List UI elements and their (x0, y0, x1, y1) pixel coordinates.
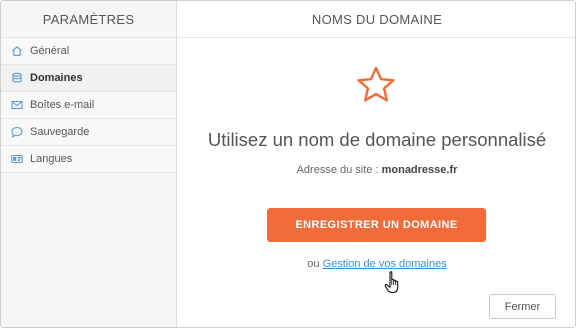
sidebar-item-languages[interactable]: Langues (1, 146, 176, 173)
sidebar-title: PARAMÈTRES (1, 1, 176, 38)
settings-dialog: PARAMÈTRES Général Domaines Boîtes e-mai… (0, 0, 576, 328)
home-icon (10, 44, 24, 58)
sidebar-item-label: Sauvegarde (30, 126, 90, 138)
sidebar-item-label: Domaines (30, 72, 83, 84)
main-panel: NOMS DU DOMAINE Utilisez un nom de domai… (177, 1, 575, 327)
sidebar-item-label: Général (30, 45, 70, 57)
chat-bubble-icon (10, 125, 24, 139)
site-address-value: monadresse.fr (381, 164, 458, 176)
sidebar-item-general[interactable]: Général (1, 38, 176, 65)
page-title: NOMS DU DOMAINE (177, 1, 575, 38)
sidebar-item-domains[interactable]: Domaines (1, 65, 176, 92)
envelope-icon (10, 98, 24, 112)
language-card-icon (10, 152, 24, 166)
sidebar-item-label: Boîtes e-mail (30, 99, 95, 111)
close-button[interactable]: Fermer (489, 294, 556, 319)
hand-pointer-icon (384, 271, 399, 294)
star-icon (357, 66, 395, 102)
sidebar-menu: Général Domaines Boîtes e-mail Sauvegard… (1, 38, 176, 173)
sidebar: PARAMÈTRES Général Domaines Boîtes e-mai… (1, 1, 177, 327)
register-domain-button[interactable]: ENREGISTRER UN DOMAINE (267, 208, 486, 242)
site-address: Adresse du site : monadresse.fr (177, 164, 575, 176)
manage-prefix: ou (307, 258, 323, 270)
sidebar-item-label: Langues (30, 153, 73, 165)
sidebar-item-mailboxes[interactable]: Boîtes e-mail (1, 92, 176, 119)
site-address-label: Adresse du site : (296, 164, 382, 176)
sidebar-item-backup[interactable]: Sauvegarde (1, 119, 176, 146)
headline: Utilisez un nom de domaine personnalisé (207, 129, 547, 150)
manage-domains-link[interactable]: Gestion de vos domaines (323, 258, 447, 270)
database-icon (10, 71, 24, 85)
manage-domains-line: ou Gestion de vos domaines (177, 258, 575, 270)
